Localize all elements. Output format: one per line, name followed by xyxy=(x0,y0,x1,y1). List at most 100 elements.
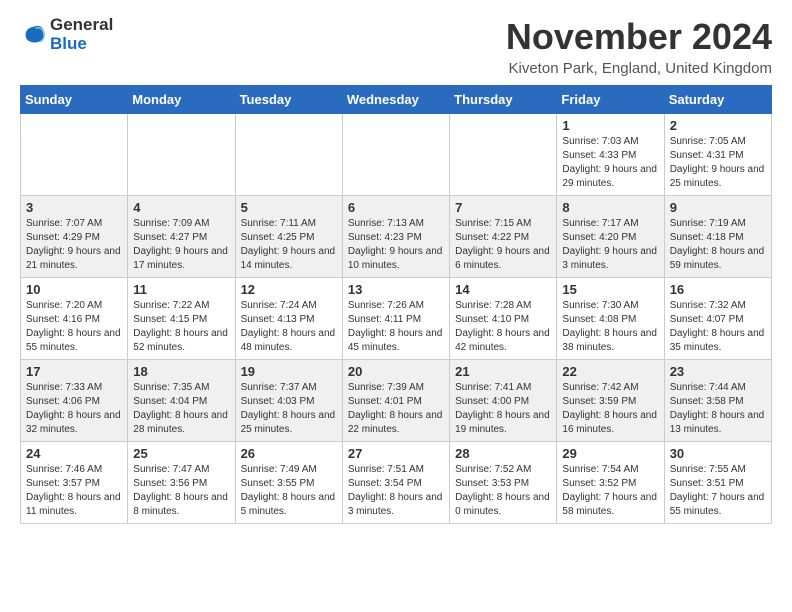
day-info: Sunrise: 7:41 AM Sunset: 4:00 PM Dayligh… xyxy=(455,381,551,437)
cell-day-empty xyxy=(128,114,235,196)
cell-day-22: 22Sunrise: 7:42 AM Sunset: 3:59 PM Dayli… xyxy=(557,360,664,442)
month-title: November 2024 xyxy=(506,16,772,58)
day-number: 11 xyxy=(133,282,229,297)
day-info: Sunrise: 7:42 AM Sunset: 3:59 PM Dayligh… xyxy=(562,381,658,437)
day-number: 16 xyxy=(670,282,766,297)
cell-day-20: 20Sunrise: 7:39 AM Sunset: 4:01 PM Dayli… xyxy=(342,360,449,442)
cell-day-7: 7 Sunrise: 7:15 AM Sunset: 4:22 PM Daylig… xyxy=(450,196,557,278)
cell-day-16: 16 Sunrise: 7:32 AM Sunset: 4:07 PM Dayli… xyxy=(664,278,771,360)
day-info: Sunrise: 7:46 AM Sunset: 3:57 PM Dayligh… xyxy=(26,463,122,519)
header-row: SundayMondayTuesdayWednesdayThursdayFrid… xyxy=(21,86,772,114)
day-info: Sunrise: 7:22 AM Sunset: 4:15 PM Dayligh… xyxy=(133,299,229,355)
day-info: Sunrise: 7:51 AM Sunset: 3:54 PM Dayligh… xyxy=(348,463,444,519)
day-number: 10 xyxy=(26,282,122,297)
cell-day-4: 4 Sunrise: 7:09 AM Sunset: 4:27 PM Daylig… xyxy=(128,196,235,278)
header-day-wednesday: Wednesday xyxy=(342,86,449,114)
header: General Blue November 2024 Kiveton Park,… xyxy=(20,16,772,77)
day-number: 18 xyxy=(133,364,229,379)
logo-text: General Blue xyxy=(50,16,113,53)
day-number: 28 xyxy=(455,446,551,461)
title-block: November 2024 Kiveton Park, England, Uni… xyxy=(506,16,772,77)
day-info: Sunrise: 7:19 AM Sunset: 4:18 PM Dayligh… xyxy=(670,217,766,273)
cell-day-11: 11 Sunrise: 7:22 AM Sunset: 4:15 PM Dayli… xyxy=(128,278,235,360)
day-number: 4 xyxy=(133,200,229,215)
day-info: Sunrise: 7:24 AM Sunset: 4:13 PM Dayligh… xyxy=(241,299,337,355)
header-day-sunday: Sunday xyxy=(21,86,128,114)
cell-day-empty xyxy=(235,114,342,196)
day-number: 7 xyxy=(455,200,551,215)
day-info: Sunrise: 7:47 AM Sunset: 3:56 PM Dayligh… xyxy=(133,463,229,519)
cell-day-10: 10 Sunrise: 7:20 AM Sunset: 4:16 PM Dayli… xyxy=(21,278,128,360)
day-info: Sunrise: 7:17 AM Sunset: 4:20 PM Dayligh… xyxy=(562,217,658,273)
day-number: 29 xyxy=(562,446,658,461)
day-info: Sunrise: 7:11 AM Sunset: 4:25 PM Dayligh… xyxy=(241,217,337,273)
logo-icon xyxy=(20,21,48,49)
day-number: 17 xyxy=(26,364,122,379)
week-row-4: 17 Sunrise: 7:33 AM Sunset: 4:06 PM Dayli… xyxy=(21,360,772,442)
cell-day-17: 17 Sunrise: 7:33 AM Sunset: 4:06 PM Dayli… xyxy=(21,360,128,442)
day-number: 19 xyxy=(241,364,337,379)
day-info: Sunrise: 7:35 AM Sunset: 4:04 PM Dayligh… xyxy=(133,381,229,437)
day-info: Sunrise: 7:15 AM Sunset: 4:22 PM Dayligh… xyxy=(455,217,551,273)
day-number: 24 xyxy=(26,446,122,461)
cell-day-13: 13Sunrise: 7:26 AM Sunset: 4:11 PM Dayli… xyxy=(342,278,449,360)
day-info: Sunrise: 7:52 AM Sunset: 3:53 PM Dayligh… xyxy=(455,463,551,519)
cell-day-21: 21 Sunrise: 7:41 AM Sunset: 4:00 PM Dayli… xyxy=(450,360,557,442)
calendar-table: SundayMondayTuesdayWednesdayThursdayFrid… xyxy=(20,85,772,524)
day-number: 5 xyxy=(241,200,337,215)
cell-day-5: 5 Sunrise: 7:11 AM Sunset: 4:25 PM Daylig… xyxy=(235,196,342,278)
day-info: Sunrise: 7:37 AM Sunset: 4:03 PM Dayligh… xyxy=(241,381,337,437)
day-number: 8 xyxy=(562,200,658,215)
day-number: 27 xyxy=(348,446,444,461)
day-number: 13 xyxy=(348,282,444,297)
day-number: 25 xyxy=(133,446,229,461)
day-number: 26 xyxy=(241,446,337,461)
day-info: Sunrise: 7:09 AM Sunset: 4:27 PM Dayligh… xyxy=(133,217,229,273)
cell-day-empty xyxy=(450,114,557,196)
day-info: Sunrise: 7:03 AM Sunset: 4:33 PM Dayligh… xyxy=(562,135,658,191)
cell-day-23: 23Sunrise: 7:44 AM Sunset: 3:58 PM Dayli… xyxy=(664,360,771,442)
day-info: Sunrise: 7:28 AM Sunset: 4:10 PM Dayligh… xyxy=(455,299,551,355)
day-number: 3 xyxy=(26,200,122,215)
header-day-monday: Monday xyxy=(128,86,235,114)
cell-day-30: 30Sunrise: 7:55 AM Sunset: 3:51 PM Dayli… xyxy=(664,442,771,524)
logo-blue: Blue xyxy=(50,35,113,54)
logo-general: General xyxy=(50,16,113,35)
cell-day-3: 3 Sunrise: 7:07 AM Sunset: 4:29 PM Daylig… xyxy=(21,196,128,278)
logo: General Blue xyxy=(20,16,113,53)
day-info: Sunrise: 7:07 AM Sunset: 4:29 PM Dayligh… xyxy=(26,217,122,273)
cell-day-27: 27 Sunrise: 7:51 AM Sunset: 3:54 PM Dayli… xyxy=(342,442,449,524)
cell-day-24: 24 Sunrise: 7:46 AM Sunset: 3:57 PM Dayli… xyxy=(21,442,128,524)
day-info: Sunrise: 7:32 AM Sunset: 4:07 PM Dayligh… xyxy=(670,299,766,355)
day-number: 15 xyxy=(562,282,658,297)
cell-day-empty xyxy=(342,114,449,196)
cell-day-26: 26 Sunrise: 7:49 AM Sunset: 3:55 PM Dayli… xyxy=(235,442,342,524)
day-info: Sunrise: 7:54 AM Sunset: 3:52 PM Dayligh… xyxy=(562,463,658,519)
cell-day-25: 25 Sunrise: 7:47 AM Sunset: 3:56 PM Dayli… xyxy=(128,442,235,524)
cell-day-28: 28 Sunrise: 7:52 AM Sunset: 3:53 PM Dayli… xyxy=(450,442,557,524)
cell-day-15: 15 Sunrise: 7:30 AM Sunset: 4:08 PM Dayli… xyxy=(557,278,664,360)
cell-day-9: 9 Sunrise: 7:19 AM Sunset: 4:18 PM Daylig… xyxy=(664,196,771,278)
day-number: 2 xyxy=(670,118,766,133)
day-info: Sunrise: 7:13 AM Sunset: 4:23 PM Dayligh… xyxy=(348,217,444,273)
day-number: 21 xyxy=(455,364,551,379)
header-day-thursday: Thursday xyxy=(450,86,557,114)
cell-day-29: 29 Sunrise: 7:54 AM Sunset: 3:52 PM Dayli… xyxy=(557,442,664,524)
day-number: 9 xyxy=(670,200,766,215)
cell-day-8: 8 Sunrise: 7:17 AM Sunset: 4:20 PM Daylig… xyxy=(557,196,664,278)
location: Kiveton Park, England, United Kingdom xyxy=(506,60,772,77)
day-number: 14 xyxy=(455,282,551,297)
cell-day-14: 14 Sunrise: 7:28 AM Sunset: 4:10 PM Dayli… xyxy=(450,278,557,360)
day-info: Sunrise: 7:33 AM Sunset: 4:06 PM Dayligh… xyxy=(26,381,122,437)
day-number: 20 xyxy=(348,364,444,379)
day-number: 12 xyxy=(241,282,337,297)
day-number: 6 xyxy=(348,200,444,215)
header-day-friday: Friday xyxy=(557,86,664,114)
cell-day-12: 12 Sunrise: 7:24 AM Sunset: 4:13 PM Dayli… xyxy=(235,278,342,360)
day-info: Sunrise: 7:20 AM Sunset: 4:16 PM Dayligh… xyxy=(26,299,122,355)
day-info: Sunrise: 7:49 AM Sunset: 3:55 PM Dayligh… xyxy=(241,463,337,519)
day-info: Sunrise: 7:30 AM Sunset: 4:08 PM Dayligh… xyxy=(562,299,658,355)
week-row-3: 10 Sunrise: 7:20 AM Sunset: 4:16 PM Dayli… xyxy=(21,278,772,360)
page: General Blue November 2024 Kiveton Park,… xyxy=(0,0,792,540)
day-info: Sunrise: 7:44 AM Sunset: 3:58 PM Dayligh… xyxy=(670,381,766,437)
